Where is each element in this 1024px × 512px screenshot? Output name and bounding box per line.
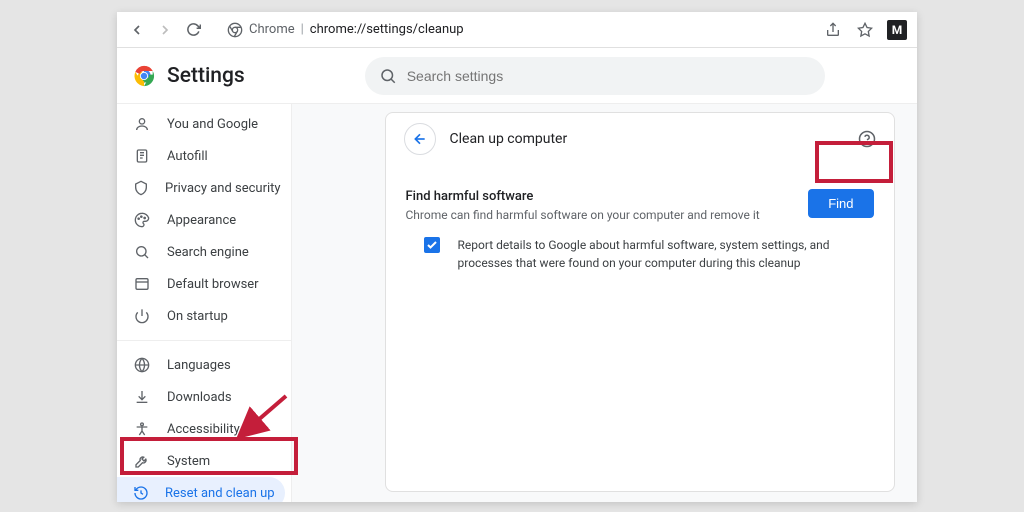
star-icon[interactable] (855, 20, 875, 40)
power-icon (133, 308, 151, 324)
find-heading: Find harmful software (406, 189, 793, 204)
card-title: Clean up computer (450, 131, 844, 147)
sidebar-item-you-and-google[interactable]: You and Google (117, 108, 291, 140)
url-path: chrome://settings/cleanup (310, 22, 464, 37)
arrow-left-icon (412, 131, 428, 147)
palette-icon (133, 212, 151, 228)
back-icon[interactable] (127, 20, 147, 40)
shield-icon (133, 180, 149, 196)
forward-icon (155, 20, 175, 40)
chrome-icon (227, 22, 243, 38)
url-chip-label: Chrome (249, 22, 295, 37)
sidebar-item-accessibility[interactable]: Accessibility (117, 413, 291, 445)
sidebar-item-search-engine[interactable]: Search engine (117, 236, 291, 268)
accessibility-icon (133, 421, 151, 437)
restore-icon (133, 485, 149, 501)
autofill-icon (133, 148, 151, 164)
sidebar-item-label: Autofill (167, 149, 208, 164)
report-checkbox[interactable] (424, 237, 440, 253)
page-title: Settings (167, 64, 245, 88)
report-checkbox-row[interactable]: Report details to Google about harmful s… (406, 222, 874, 272)
app-header: Settings (117, 48, 917, 104)
sidebar-item-label: Reset and clean up (165, 486, 275, 501)
settings-app: Settings You and Google Autofill Privacy a… (117, 48, 917, 502)
sidebar-item-label: On startup (167, 309, 228, 324)
search-icon (133, 244, 151, 260)
search-settings-box[interactable] (365, 57, 825, 95)
cleanup-card: Clean up computer Find harmful software … (385, 112, 895, 492)
reload-icon[interactable] (183, 20, 203, 40)
sidebar-item-on-startup[interactable]: On startup (117, 300, 291, 332)
sidebar-item-label: System (167, 454, 210, 469)
sidebar-item-default-browser[interactable]: Default browser (117, 268, 291, 300)
browser-window: Chrome | chrome://settings/cleanup M (117, 12, 917, 502)
sidebar-divider (117, 340, 291, 341)
content-area: Clean up computer Find harmful software … (292, 104, 917, 502)
sidebar-item-privacy-and-security[interactable]: Privacy and security (117, 172, 291, 204)
sidebar-item-label: Languages (167, 358, 231, 373)
back-button[interactable] (404, 123, 436, 155)
sidebar-item-label: Privacy and security (165, 181, 281, 196)
sidebar-item-label: You and Google (167, 117, 258, 132)
sidebar-item-appearance[interactable]: Appearance (117, 204, 291, 236)
report-label: Report details to Google about harmful s… (458, 236, 874, 272)
search-input[interactable] (407, 68, 811, 84)
url-bar: Chrome | chrome://settings/cleanup M (117, 12, 917, 48)
find-button[interactable]: Find (808, 189, 873, 218)
chrome-logo-icon (133, 65, 155, 87)
search-icon (379, 67, 397, 85)
find-desc: Chrome can find harmful software on your… (406, 208, 793, 222)
share-icon[interactable] (823, 20, 843, 40)
sidebar-item-label: Search engine (167, 245, 249, 260)
sidebar-item-label: Accessibility (167, 422, 240, 437)
settings-sidebar: You and Google Autofill Privacy and securi… (117, 104, 292, 502)
wrench-icon (133, 453, 151, 469)
sidebar-item-languages[interactable]: Languages (117, 349, 291, 381)
extension-badge[interactable]: M (887, 20, 907, 40)
help-icon[interactable] (858, 130, 876, 148)
checkmark-icon (426, 239, 438, 251)
sidebar-item-label: Downloads (167, 390, 232, 405)
sidebar-item-downloads[interactable]: Downloads (117, 381, 291, 413)
sidebar-item-label: Appearance (167, 213, 236, 228)
sidebar-item-autofill[interactable]: Autofill (117, 140, 291, 172)
sidebar-item-label: Default browser (167, 277, 259, 292)
person-icon (133, 116, 151, 132)
download-icon (133, 389, 151, 405)
sidebar-item-reset-and-clean-up[interactable]: Reset and clean up (117, 477, 285, 502)
browser-icon (133, 276, 151, 292)
url-chip[interactable]: Chrome | chrome://settings/cleanup (227, 22, 464, 38)
globe-icon (133, 357, 151, 373)
sidebar-item-system[interactable]: System (117, 445, 291, 477)
